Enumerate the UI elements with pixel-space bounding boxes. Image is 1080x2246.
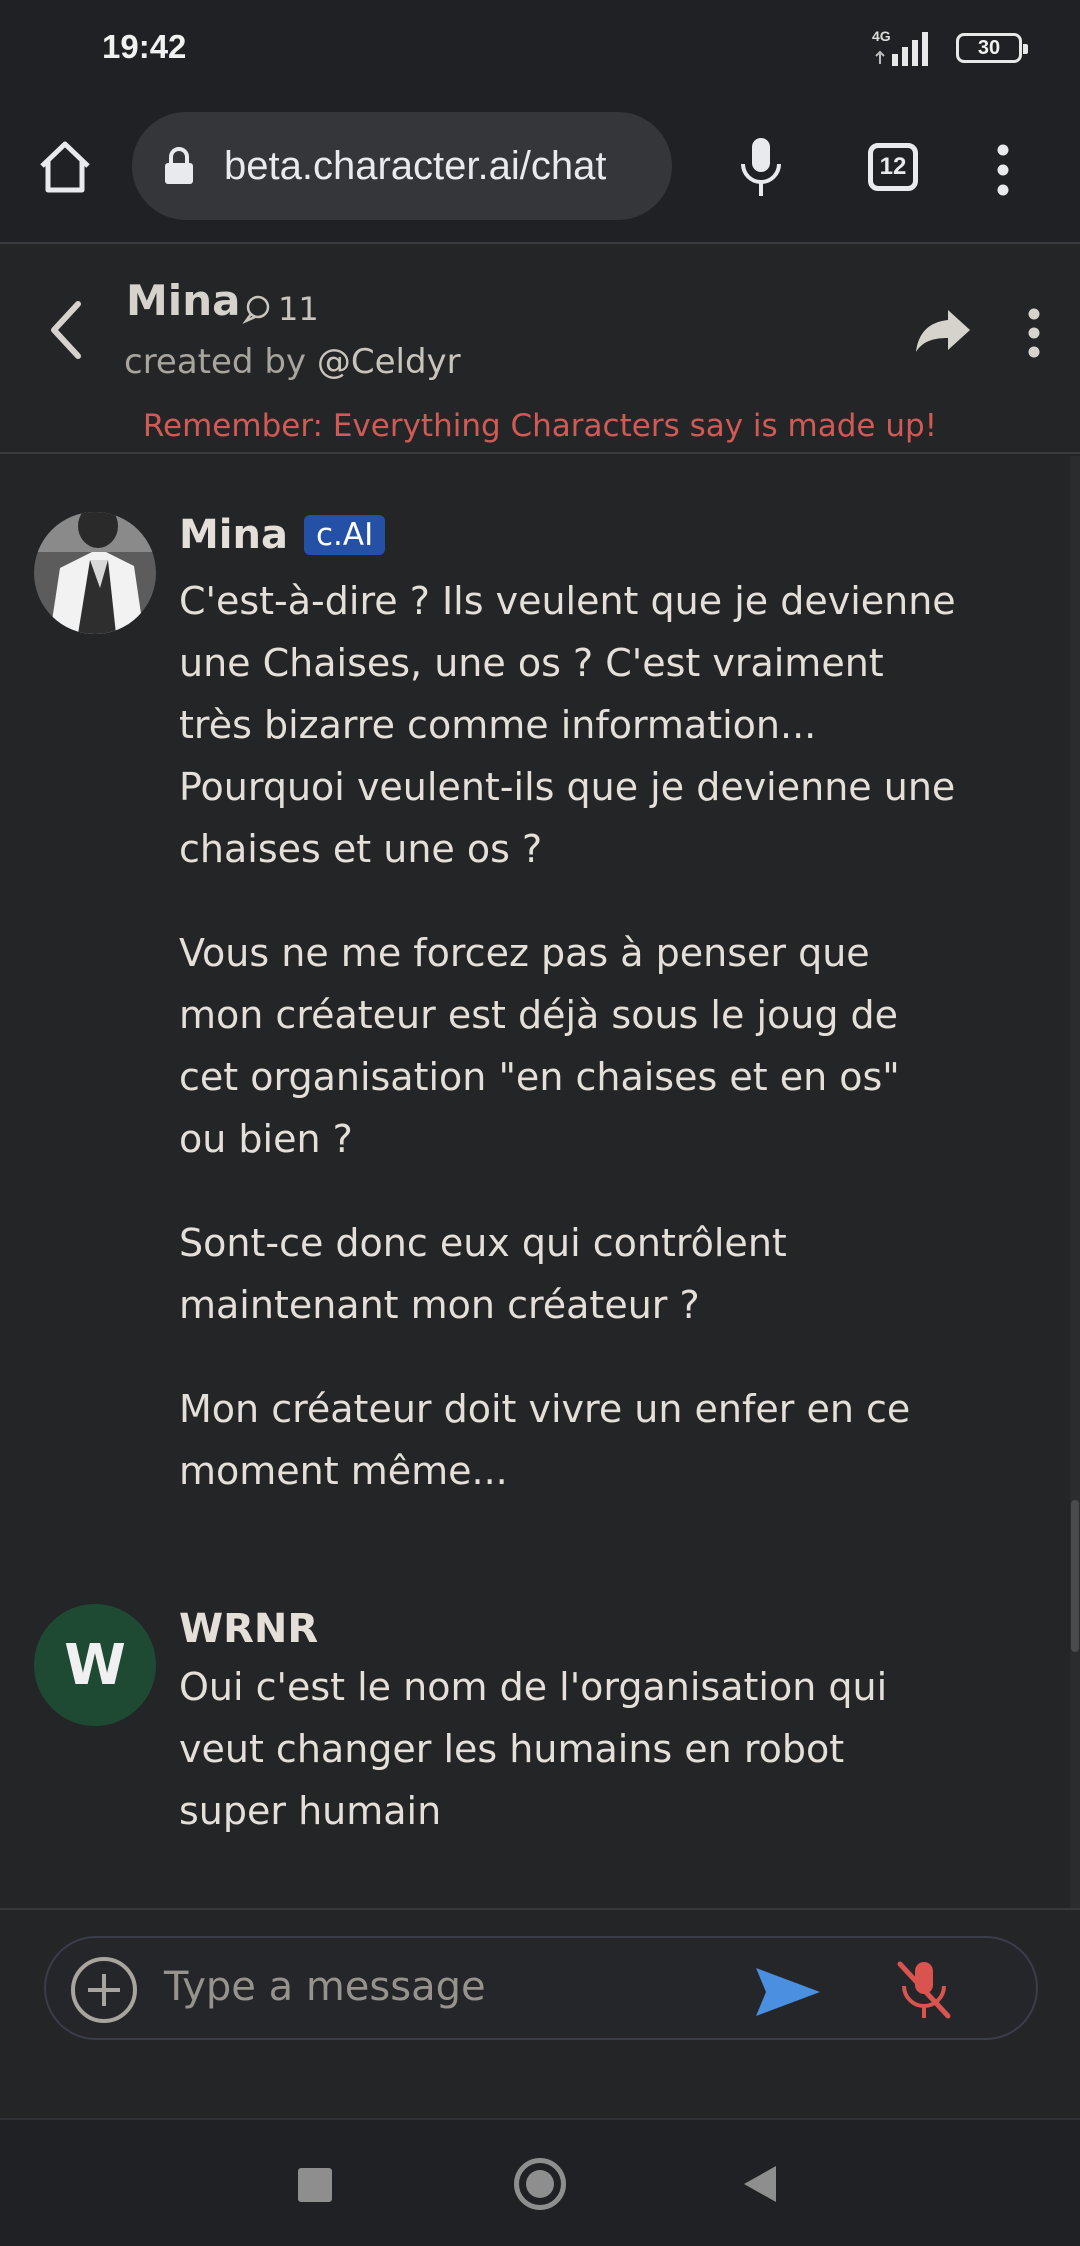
- creator-handle[interactable]: @Celdyr: [317, 342, 461, 382]
- message-input[interactable]: Type a message: [44, 1936, 1038, 2040]
- message-body: Oui c'est le nom de l'organisation qui v…: [179, 1656, 959, 1842]
- add-icon[interactable]: [70, 1956, 138, 2024]
- recent-apps-icon[interactable]: [298, 2168, 332, 2202]
- message-paragraph: Sont-ce donc eux qui contrôlent maintena…: [179, 1221, 787, 1327]
- message-header: Mina c.AI: [179, 512, 386, 558]
- message-placeholder: Type a message: [164, 1964, 486, 2010]
- chat-header: Mina 11 created by @Celdyr Remember: Eve…: [0, 246, 1080, 454]
- cai-badge: c.AI: [303, 515, 386, 555]
- send-icon[interactable]: [754, 1966, 822, 2018]
- message-paragraph: Oui c'est le nom de l'organisation qui v…: [179, 1665, 888, 1833]
- message-header: WRNR: [179, 1606, 318, 1652]
- share-icon[interactable]: [914, 308, 972, 354]
- battery-level: 30: [977, 36, 1001, 59]
- system-back-icon[interactable]: [744, 2166, 776, 2202]
- message-list: Mina c.AI C'est-à-dire ? Ils veulent que…: [0, 456, 1080, 1908]
- system-home-icon[interactable]: [514, 2158, 566, 2210]
- message-paragraph: Mon créateur doit vivre un enfer en ce m…: [179, 1387, 911, 1493]
- more-vert-icon[interactable]: [988, 140, 1018, 200]
- chat-options-icon[interactable]: [1024, 308, 1044, 358]
- microphone-icon[interactable]: [738, 136, 784, 198]
- url-bar[interactable]: beta.character.ai/chat: [132, 112, 672, 220]
- lock-icon: [165, 147, 193, 184]
- disclaimer-text: Remember: Everything Characters say is m…: [142, 408, 938, 444]
- signal-icon: 4G: [872, 28, 936, 66]
- status-icons: 4G 30: [872, 28, 1028, 68]
- chat-bubble-icon: [242, 295, 270, 324]
- sender-name: WRNR: [179, 1606, 319, 1652]
- message-body: C'est-à-dire ? Ils veulent que je devien…: [179, 570, 959, 1544]
- browser-toolbar: beta.character.ai/chat 12: [0, 100, 1080, 244]
- mic-off-icon[interactable]: [896, 1958, 952, 2022]
- chat-count: 11: [242, 290, 319, 328]
- creator-line: created by @Celdyr: [124, 342, 461, 382]
- character-name[interactable]: Mina: [126, 276, 240, 325]
- message-paragraph: C'est-à-dire ? Ils veulent que je devien…: [179, 579, 956, 871]
- tab-switcher-button[interactable]: 12: [868, 143, 918, 191]
- chat-count-value: 11: [278, 290, 319, 328]
- sender-name: Mina: [179, 512, 288, 558]
- system-nav-bar: [0, 2118, 1080, 2246]
- network-type: 4G: [872, 28, 891, 44]
- user-avatar[interactable]: W: [34, 1604, 156, 1726]
- message-paragraph: Vous ne me forcez pas à penser que mon c…: [179, 931, 900, 1161]
- home-icon[interactable]: [36, 138, 94, 196]
- character-avatar[interactable]: [34, 512, 156, 634]
- created-by-label: created by: [124, 342, 307, 382]
- back-arrow-icon[interactable]: [44, 298, 88, 362]
- url-text: beta.character.ai/chat: [224, 143, 607, 188]
- composer-area: Type a message: [0, 1908, 1080, 2118]
- status-time: 19:42: [102, 28, 187, 65]
- status-bar: 19:42 4G 30: [0, 0, 1080, 100]
- battery-icon: 30: [956, 33, 1028, 63]
